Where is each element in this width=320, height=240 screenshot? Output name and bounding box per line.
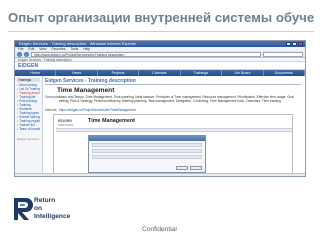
address-bar[interactable]: http://www.eidgen.ru/ProjectServices/tm/… [31,51,261,57]
window-titlebar: Eidgen Services - Training description -… [15,41,305,47]
dialog-field[interactable] [92,149,202,153]
confidential-label: Confidential [142,226,177,233]
title-divider [8,31,314,32]
search-input[interactable] [263,51,303,57]
dialog-titlebar [89,136,205,141]
material-link[interactable]: https://eidgen.ru/ProjectServices/tm/Tim… [59,108,136,112]
embedded-title: Time Management [88,118,135,124]
company-logo-icon [14,198,33,220]
logo-line-2: on [34,205,43,212]
forward-arrow-icon[interactable]: › [24,51,29,57]
dialog-buttons [176,166,202,170]
menu-help[interactable]: Help [83,47,90,51]
browser-window: Eidgen Services - Training description -… [14,40,306,177]
slide-title: Опыт организации внутренней системы обуч… [8,10,314,25]
window-controls [286,42,303,46]
service-title: Eidgen Services - Training description [45,78,301,85]
company-logo: Return on Intelligence [12,194,82,228]
embedded-nav [56,128,292,132]
app-logo[interactable]: EIDGEN [18,63,38,69]
app-header: EIDGEN [15,62,305,70]
menu-tools[interactable]: Tools [70,47,78,51]
minimize-button[interactable] [286,42,291,46]
page-heading: Time Management [57,87,115,94]
description-text: Learn and Tempo, Time Management, Time p… [59,95,294,103]
menu-edit[interactable]: Edit [28,47,34,51]
logo-line-1: Return [34,197,56,204]
description-label: Description [45,95,61,99]
menu-view[interactable]: View [39,47,46,51]
sidebar-item[interactable]: Team of knowledge [17,127,40,131]
embedded-course-preview: EIDGEN SERVICES Time Management [53,114,293,174]
sidebar: Trainings New training List Of Trainings… [15,76,43,176]
dialog-field[interactable] [92,143,202,147]
window-title: Eidgen Services - Training description -… [19,41,137,46]
dialog-cancel-button[interactable] [190,166,202,170]
maximize-button[interactable] [292,42,297,46]
description-row: Description Learn and Tempo, Time Manage… [45,95,301,107]
material-label: Material [45,108,57,112]
material-row: Material https://eidgen.ru/ProjectServic… [45,108,301,112]
logo-line-3: Intelligence [34,213,71,220]
back-arrow-icon[interactable]: ‹ [17,51,22,57]
page-content: Trainings New training List Of Trainings… [15,76,305,176]
embedded-logo-sub: SERVICES [58,123,74,127]
menu-file[interactable]: File [18,47,23,51]
sidebar-header: Trainings [17,78,40,82]
embedded-dialog [88,135,206,173]
status-bar [15,173,305,176]
company-logo-text: Return on Intelligence [34,197,70,221]
embedded-logo: EIDGEN SERVICES [58,119,84,127]
sidebar-footer: Eidgen Services 2008 [17,138,40,141]
address-row: ‹ › http://www.eidgen.ru/ProjectServices… [15,51,305,58]
dialog-ok-button[interactable] [176,166,188,170]
menu-favorites[interactable]: Favorites [51,47,65,51]
close-button[interactable] [298,42,303,46]
main-panel: Eidgen Services - Training description T… [45,78,301,176]
dialog-field[interactable] [92,155,202,159]
